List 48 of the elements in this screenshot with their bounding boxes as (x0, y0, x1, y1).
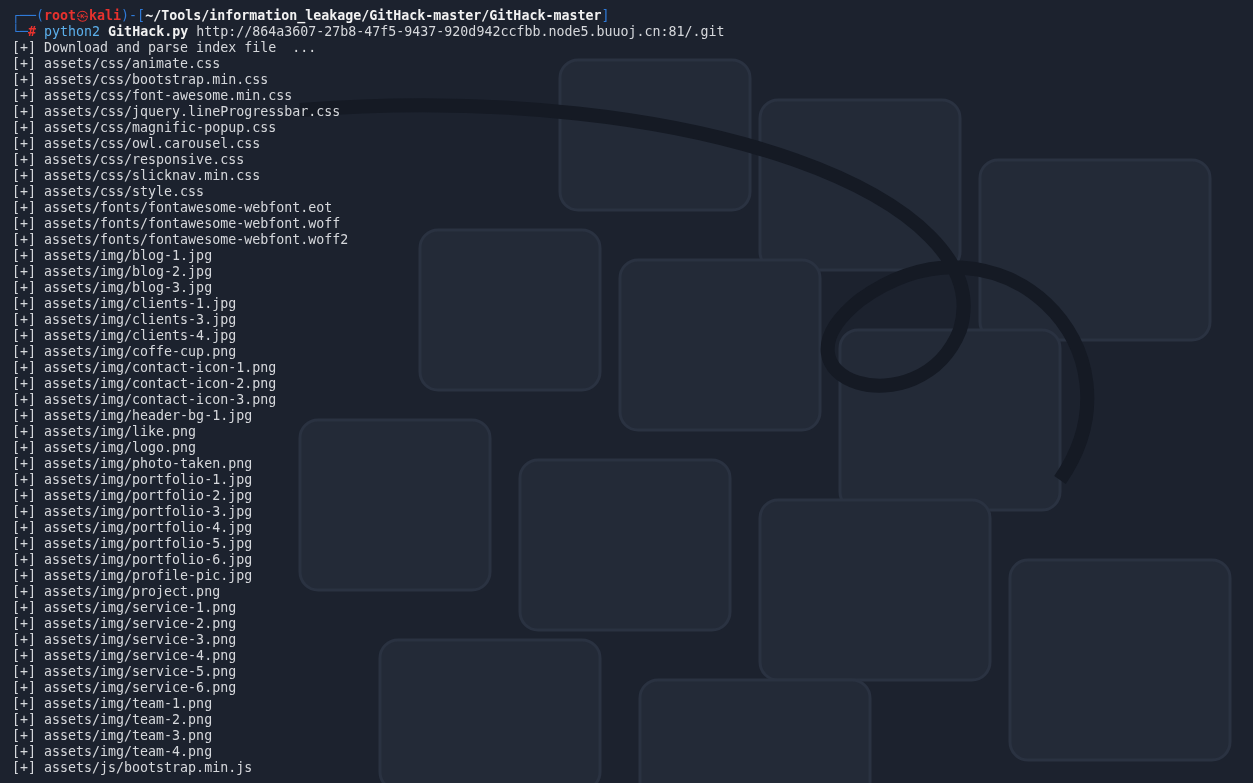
output-line: [+] assets/fonts/fontawesome-webfont.eot (12, 200, 333, 216)
output-line: [+] assets/img/contact-icon-1.png (12, 360, 277, 376)
output-line: [+] Download and parse index file ... (12, 40, 317, 56)
output-line: [+] assets/img/team-1.png (12, 696, 213, 712)
output-line: [+] assets/img/blog-2.jpg (12, 264, 213, 280)
output-line: [+] assets/img/portfolio-1.jpg (12, 472, 253, 488)
output-line: [+] assets/css/animate.css (12, 56, 221, 72)
output-line: [+] assets/img/clients-1.jpg (12, 296, 237, 312)
output-line: [+] assets/img/blog-1.jpg (12, 248, 213, 264)
output-line: [+] assets/img/service-1.png (12, 600, 237, 616)
output-line: [+] assets/css/slicknav.min.css (12, 168, 261, 184)
output-line: [+] assets/css/bootstrap.min.css (12, 72, 269, 88)
output-line: [+] assets/css/jquery.lineProgressbar.css (12, 104, 341, 120)
output-line: [+] assets/img/portfolio-2.jpg (12, 488, 253, 504)
output-line: [+] assets/img/clients-3.jpg (12, 312, 237, 328)
command-line: └─# python2 GitHack.py http://864a3607-27b8-47f5-9437-920d942ccfbb.node5.buuoj.cn:81/.git (12, 24, 725, 40)
output-line: [+] assets/img/team-3.png (12, 728, 213, 744)
output-line: [+] assets/img/service-6.png (12, 680, 237, 696)
output-line: [+] assets/img/like.png (12, 424, 197, 440)
output-line: [+] assets/img/project.png (12, 584, 221, 600)
output-line: [+] assets/img/clients-4.jpg (12, 328, 237, 344)
output-line: [+] assets/img/team-4.png (12, 744, 213, 760)
output-line: [+] assets/img/coffe-cup.png (12, 344, 237, 360)
output-line: [+] assets/img/portfolio-3.jpg (12, 504, 253, 520)
output-line: [+] assets/fonts/fontawesome-webfont.woff (12, 216, 341, 232)
output-line: [+] assets/img/portfolio-4.jpg (12, 520, 253, 536)
output-line: [+] assets/css/style.css (12, 184, 205, 200)
output-line: [+] assets/img/service-3.png (12, 632, 237, 648)
output-line: [+] assets/img/portfolio-6.jpg (12, 552, 253, 568)
output-line: [+] assets/js/bootstrap.min.js (12, 760, 253, 776)
output-line: [+] assets/img/service-4.png (12, 648, 237, 664)
output-line: [+] assets/img/profile-pic.jpg (12, 568, 253, 584)
output-line: [+] assets/img/team-2.png (12, 712, 213, 728)
output-line: [+] assets/img/photo-taken.png (12, 456, 253, 472)
output-line: [+] assets/fonts/fontawesome-webfont.woff2 (12, 232, 349, 248)
output-line: [+] assets/css/owl.carousel.css (12, 136, 261, 152)
output-line: [+] assets/img/service-2.png (12, 616, 237, 632)
output-line: [+] assets/css/responsive.css (12, 152, 245, 168)
output-line: [+] assets/img/portfolio-5.jpg (12, 536, 253, 552)
output-line: [+] assets/img/service-5.png (12, 664, 237, 680)
output-line: [+] assets/img/contact-icon-2.png (12, 376, 277, 392)
output-line: [+] assets/img/header-bg-1.jpg (12, 408, 253, 424)
output-line: [+] assets/img/contact-icon-3.png (12, 392, 277, 408)
output-line: [+] assets/img/logo.png (12, 440, 197, 456)
prompt-line: ┌──(root㉿kali)-[~/Tools/information_leakage/GitHack-master/GitHack-master] (12, 8, 610, 24)
output-line: [+] assets/img/blog-3.jpg (12, 280, 213, 296)
output-line: [+] assets/css/font-awesome.min.css (12, 88, 293, 104)
output-line: [+] assets/css/magnific-popup.css (12, 120, 277, 136)
